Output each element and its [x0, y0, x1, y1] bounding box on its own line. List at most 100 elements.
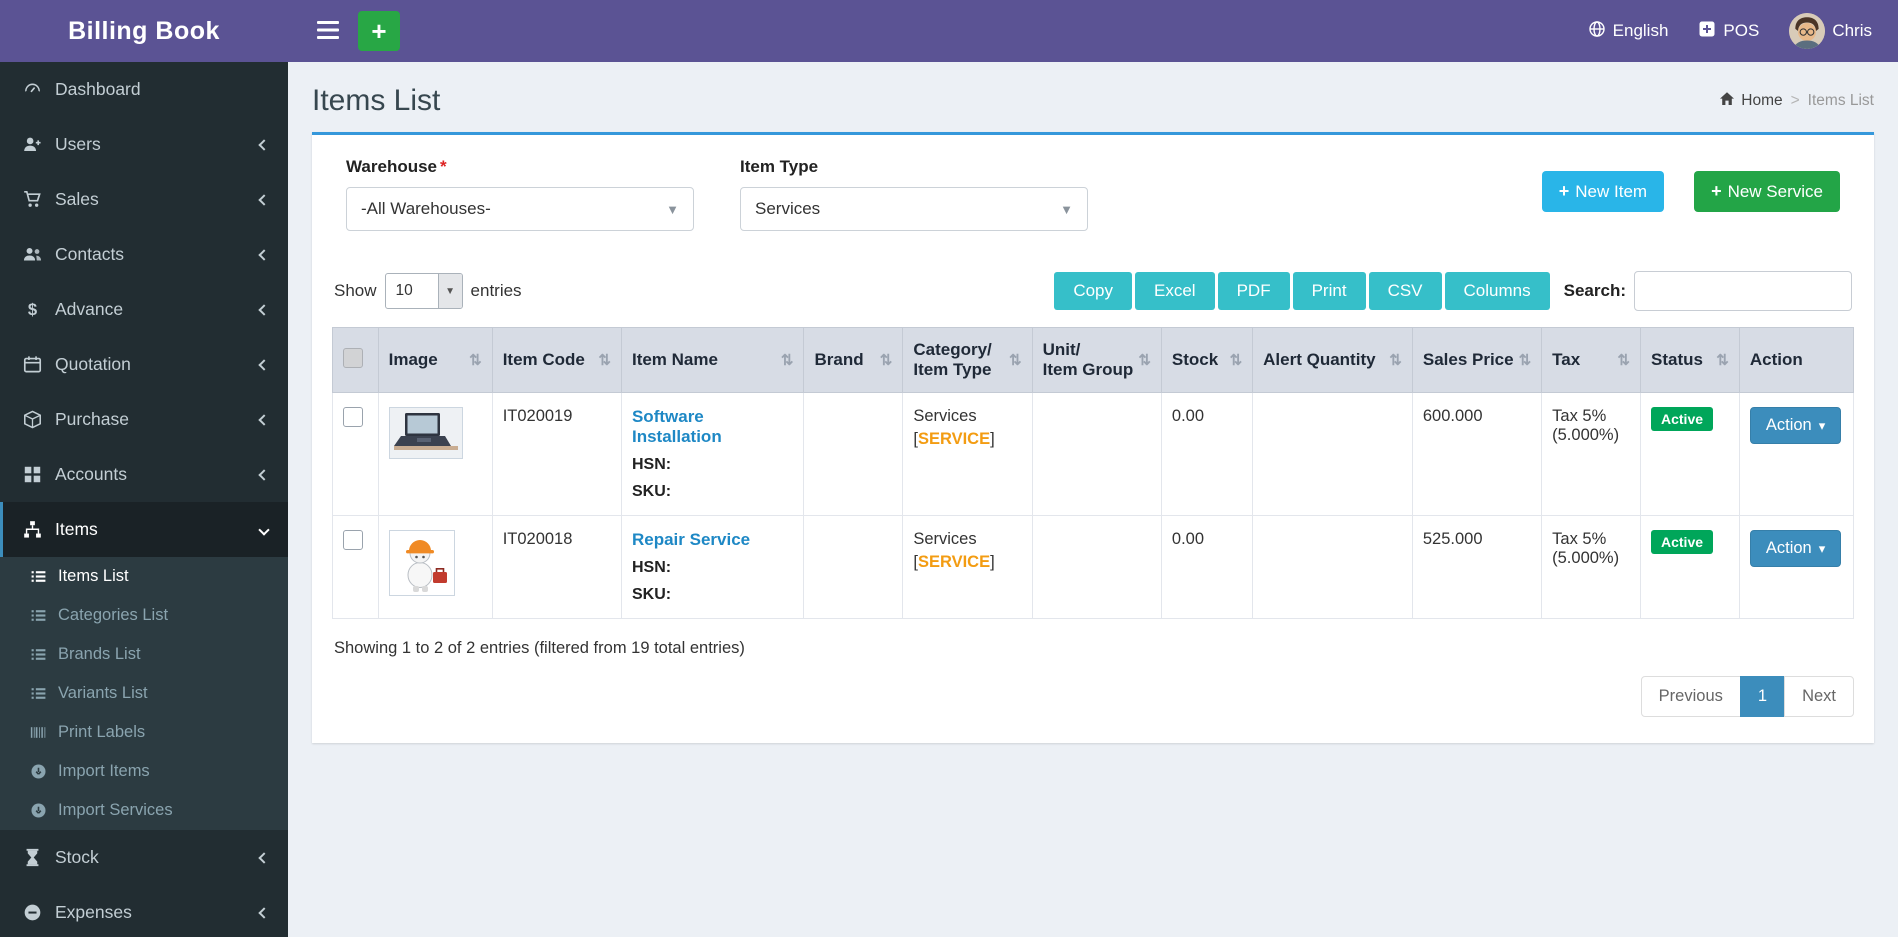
next-page-button[interactable]: Next — [1784, 676, 1854, 717]
submenu-item-items-list[interactable]: Items List — [0, 557, 288, 596]
service-tag: SERVICE — [917, 553, 991, 571]
expenses-icon — [23, 903, 42, 922]
purchase-icon — [23, 410, 42, 429]
select-all-checkbox[interactable] — [343, 347, 363, 368]
service-tag: SERVICE — [917, 430, 991, 448]
plus-icon: + — [371, 16, 387, 46]
chevron-left-icon — [258, 358, 270, 371]
column-header-item-name[interactable]: Item Name ⇅ — [620, 327, 805, 393]
column-header-brand[interactable]: Brand ⇅ — [803, 327, 904, 393]
warehouse-select[interactable]: -All Warehouses- ▼ — [346, 187, 694, 231]
sort-icon[interactable]: ⇅ — [880, 351, 893, 369]
sidebar-item-dashboard[interactable]: Dashboard — [0, 62, 288, 117]
tax-cell: Tax 5% (5.000%) — [1541, 515, 1641, 619]
column-header-alert-quantity[interactable]: Alert Quantity ⇅ — [1252, 327, 1413, 393]
sort-icon[interactable]: ⇅ — [1519, 351, 1532, 369]
copy-button[interactable]: Copy — [1054, 272, 1133, 310]
item-name-link[interactable]: Repair Service — [632, 530, 750, 549]
list-icon — [30, 646, 47, 663]
breadcrumb-current: Items List — [1807, 92, 1874, 109]
row-checkbox[interactable] — [343, 407, 363, 427]
pdf-button[interactable]: PDF — [1217, 272, 1290, 310]
pos-button[interactable]: POS — [1698, 20, 1759, 43]
menu-toggle-button[interactable] — [306, 9, 350, 53]
column-header-stock[interactable]: Stock ⇅ — [1160, 327, 1254, 393]
submenu-item-print-labels[interactable]: Print Labels — [0, 713, 288, 752]
items-icon — [23, 520, 42, 539]
column-header-sales-price[interactable]: Sales Price ⇅ — [1411, 327, 1543, 393]
table-row: IT020018 Repair Service HSN: SKU: Servic… — [332, 515, 1855, 619]
submenu-item-variants-list[interactable]: Variants List — [0, 674, 288, 713]
chevron-down-icon: ▼ — [437, 274, 462, 308]
warehouse-label: Warehouse * — [346, 157, 447, 176]
column-header-unit[interactable]: Unit/ Item Group ⇅ — [1031, 327, 1162, 393]
search-input[interactable] — [1634, 271, 1852, 311]
excel-button[interactable]: Excel — [1135, 272, 1215, 310]
sidebar-item-expenses[interactable]: Expenses — [0, 885, 288, 937]
column-header-category[interactable]: Category/ Item Type ⇅ — [902, 327, 1033, 393]
column-header-action: Action — [1738, 327, 1855, 393]
chevron-left-icon — [258, 468, 270, 481]
sidebar-item-accounts[interactable]: Accounts — [0, 447, 288, 502]
sort-icon[interactable]: ⇅ — [781, 351, 794, 369]
chevron-left-icon — [258, 248, 270, 261]
column-header-status[interactable]: Status ⇅ — [1640, 327, 1740, 393]
item-type-select[interactable]: Services ▼ — [740, 187, 1088, 231]
sort-icon[interactable]: ⇅ — [1230, 351, 1243, 369]
breadcrumb-home-link[interactable]: Home — [1719, 91, 1783, 112]
submenu-item-import-services[interactable]: Import Services — [0, 791, 288, 830]
column-header-image[interactable]: Image ⇅ — [377, 327, 493, 393]
submenu-item-label: Brands List — [58, 645, 141, 663]
chevron-down-icon: ▼ — [1060, 201, 1073, 217]
action-button[interactable]: Action ▾ — [1749, 530, 1842, 567]
sidebar-item-users[interactable]: Users — [0, 117, 288, 172]
submenu-item-brands-list[interactable]: Brands List — [0, 635, 288, 674]
page-number-button[interactable]: 1 — [1739, 676, 1786, 717]
sales-icon — [23, 190, 42, 209]
sidebar-item-stock[interactable]: Stock — [0, 830, 288, 885]
sidebar-item-sales[interactable]: Sales — [0, 172, 288, 227]
column-header-tax[interactable]: Tax ⇅ — [1541, 327, 1641, 393]
quick-add-button[interactable]: + — [358, 11, 400, 51]
item-code-cell: IT020018 — [491, 515, 622, 619]
sidebar-item-items[interactable]: Items — [0, 502, 288, 557]
action-button[interactable]: Action ▾ — [1749, 407, 1842, 444]
breadcrumb: Home > Items List — [1719, 91, 1874, 112]
previous-page-button[interactable]: Previous — [1640, 676, 1741, 717]
column-header-item-code[interactable]: Item Code ⇅ — [491, 327, 622, 393]
submenu-item-categories-list[interactable]: Categories List — [0, 596, 288, 635]
contacts-icon — [23, 245, 42, 264]
item-image[interactable] — [388, 530, 455, 596]
app-title: Billing Book — [68, 16, 220, 45]
new-item-button[interactable]: + New Item — [1541, 171, 1665, 212]
submenu-item-import-items[interactable]: Import Items — [0, 752, 288, 791]
sidebar-item-advance[interactable]: $ Advance — [0, 282, 288, 337]
print-button[interactable]: Print — [1292, 272, 1366, 310]
sort-icon[interactable]: ⇅ — [1617, 351, 1630, 369]
user-menu[interactable]: Chris — [1789, 13, 1872, 49]
item-name-link[interactable]: Software Installation — [632, 407, 722, 446]
sales-price-cell: 525.000 — [1411, 515, 1543, 619]
sort-icon[interactable]: ⇅ — [1389, 351, 1402, 369]
row-checkbox[interactable] — [343, 530, 363, 550]
sidebar-item-purchase[interactable]: Purchase — [0, 392, 288, 447]
list-icon — [30, 568, 47, 585]
unit-group-cell — [1031, 392, 1162, 516]
page-length-select[interactable]: 10 ▼ — [384, 273, 463, 309]
stock-cell: 0.00 — [1160, 392, 1254, 516]
chevron-left-icon — [258, 413, 270, 426]
item-image[interactable] — [388, 407, 463, 459]
sort-icon[interactable]: ⇅ — [1138, 351, 1151, 369]
app-logo[interactable]: Billing Book — [0, 0, 288, 62]
sidebar-item-label: Advance — [55, 299, 124, 319]
sort-icon[interactable]: ⇅ — [598, 351, 611, 369]
sort-icon[interactable]: ⇅ — [1009, 351, 1022, 369]
new-service-button[interactable]: + New Service — [1694, 171, 1840, 212]
sort-icon[interactable]: ⇅ — [469, 351, 482, 369]
csv-button[interactable]: CSV — [1368, 272, 1442, 310]
sidebar-item-contacts[interactable]: Contacts — [0, 227, 288, 282]
sort-icon[interactable]: ⇅ — [1716, 351, 1729, 369]
sidebar-item-quotation[interactable]: Quotation — [0, 337, 288, 392]
columns-button[interactable]: Columns — [1444, 272, 1550, 310]
language-selector[interactable]: English — [1588, 20, 1668, 43]
